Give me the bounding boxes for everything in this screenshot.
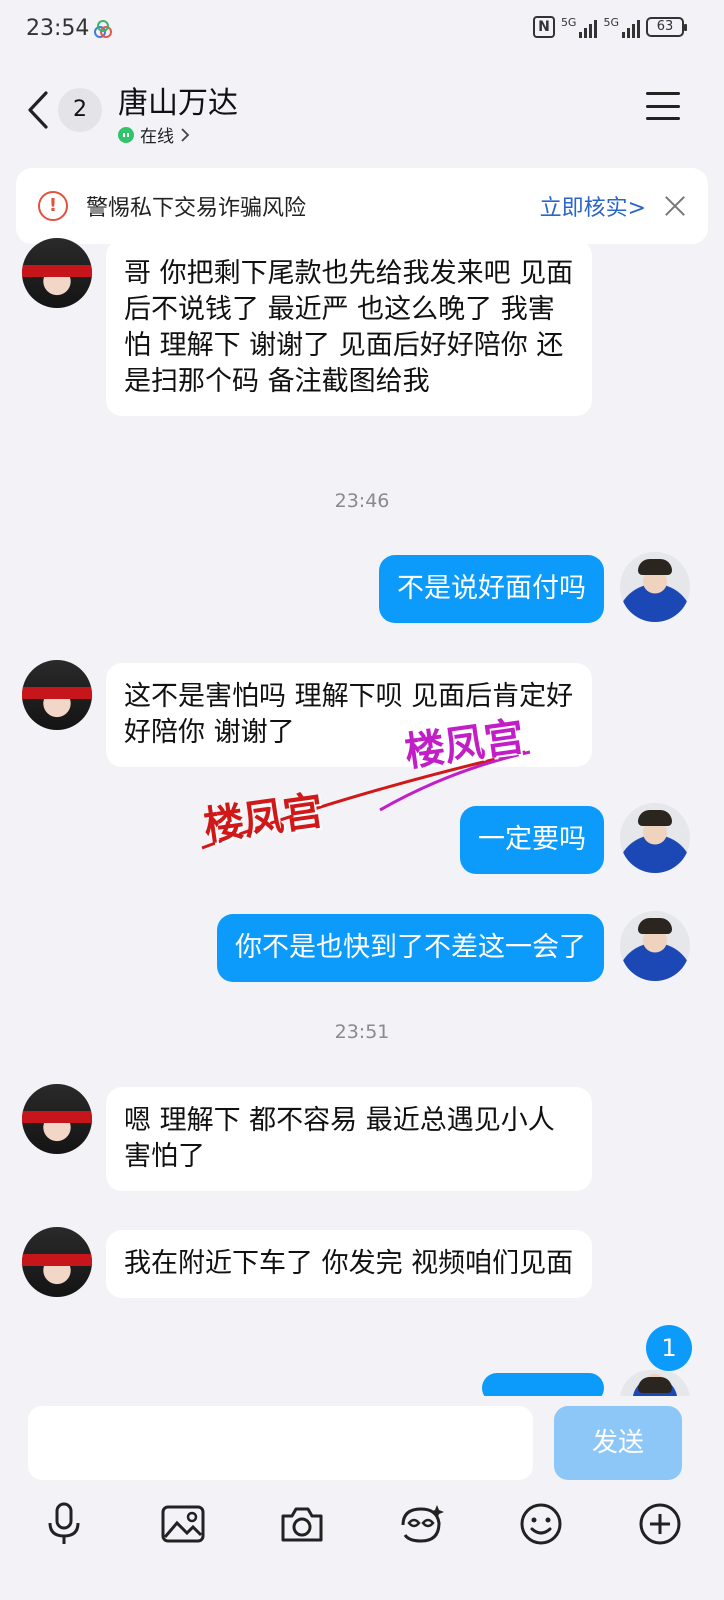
more-button[interactable] (636, 1500, 684, 1548)
smiley-icon (520, 1503, 562, 1545)
back-button[interactable] (20, 84, 56, 136)
image-button[interactable] (159, 1500, 207, 1548)
new-message-badge[interactable]: 1 (646, 1325, 692, 1371)
contact-avatar[interactable] (22, 1084, 92, 1154)
online-status-icon (118, 126, 134, 143)
unread-count-badge[interactable]: 2 (58, 88, 102, 132)
signal-icon: 5G (561, 16, 598, 38)
status-bar: 23:54 N 5G 5G 63 (0, 0, 724, 60)
contact-avatar[interactable] (22, 238, 92, 308)
menu-button[interactable] (646, 92, 680, 120)
status-time: 23:54 (26, 16, 90, 41)
warning-text: 警惕私下交易诈骗风险 (86, 196, 307, 221)
incoming-message[interactable]: 我在附近下车了 你发完 视频咱们见面 (106, 1230, 592, 1298)
outgoing-message[interactable]: 不是说好面付吗 (379, 555, 604, 623)
voice-button[interactable] (40, 1500, 88, 1548)
online-status[interactable]: 在线 (118, 122, 190, 147)
battery-icon: 63 (646, 17, 687, 37)
chat-header: 2 唐山万达 在线 (0, 60, 724, 160)
user-avatar[interactable] (620, 552, 690, 622)
message-input[interactable] (28, 1406, 533, 1480)
input-area: 发送 (0, 1396, 724, 1600)
image-icon (161, 1505, 205, 1543)
app-notification-icon (94, 20, 112, 38)
emoji-pack-button[interactable] (398, 1500, 446, 1548)
warning-icon: ! (38, 191, 68, 221)
emoji-button[interactable] (517, 1500, 565, 1548)
incoming-message[interactable]: 嗯 理解下 都不容易 最近总遇见小人 害怕了 (106, 1087, 592, 1191)
incoming-message[interactable]: 哥 你把剩下尾款也先给我发来吧 见面后不说钱了 最近严 也这么晚了 我害怕 理解… (106, 240, 592, 416)
online-status-label: 在线 (140, 127, 174, 147)
microphone-icon (48, 1502, 80, 1544)
camera-icon (281, 1507, 323, 1542)
chevron-right-icon (181, 127, 190, 142)
contact-avatar[interactable] (22, 660, 92, 730)
send-button[interactable]: 发送 (554, 1406, 682, 1480)
nfc-icon: N (532, 16, 555, 38)
outgoing-message[interactable]: 你不是也快到了不差这一会了 (217, 914, 604, 982)
input-toolbar (0, 1492, 724, 1560)
chevron-left-icon (28, 91, 48, 129)
message-timestamp: 23:46 (334, 490, 390, 512)
status-indicators: N 5G 5G 63 (532, 16, 687, 38)
camera-button[interactable] (278, 1500, 326, 1548)
emoji-pack-icon (401, 1505, 444, 1543)
verify-link[interactable]: 立即核实> (540, 190, 646, 222)
user-avatar[interactable] (620, 911, 690, 981)
close-icon[interactable] (664, 195, 686, 217)
plus-icon (639, 1503, 681, 1545)
fraud-warning-banner: ! 警惕私下交易诈骗风险 立即核实> (16, 168, 708, 244)
message-timestamp: 23:51 (334, 1021, 390, 1043)
contact-avatar[interactable] (22, 1227, 92, 1297)
user-avatar[interactable] (620, 803, 690, 873)
chat-title[interactable]: 唐山万达 (118, 78, 238, 122)
signal-icon-2: 5G (603, 16, 640, 38)
